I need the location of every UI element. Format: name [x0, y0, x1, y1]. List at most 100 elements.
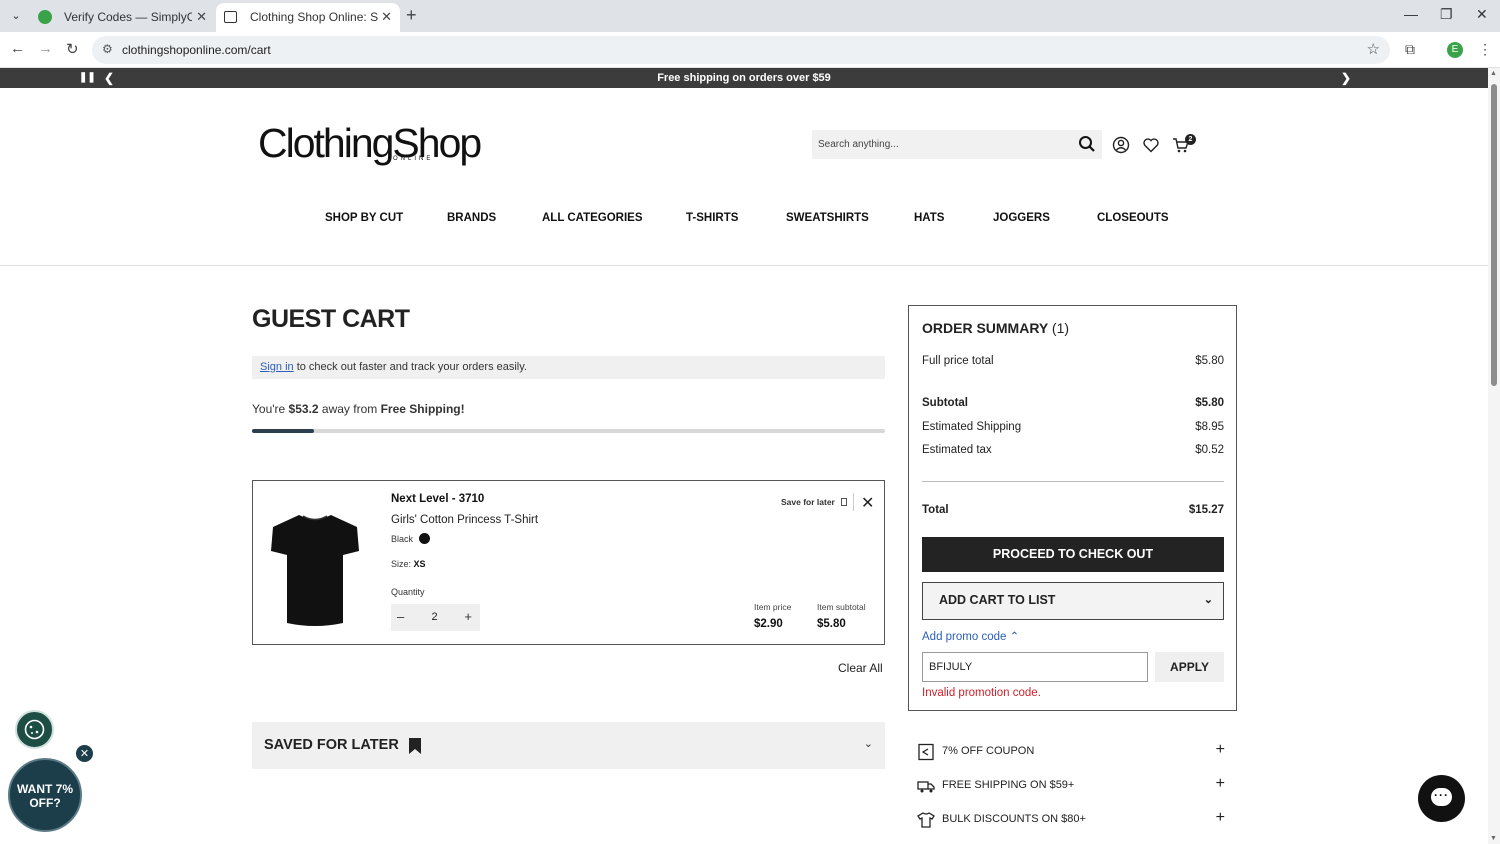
saved-for-later-section[interactable]: SAVED FOR LATER ⌄ — [252, 722, 885, 769]
remove-item-close-icon[interactable]: ✕ — [861, 493, 874, 513]
forward-icon[interactable]: → — [38, 40, 53, 57]
back-icon[interactable]: ← — [10, 40, 25, 57]
item-subtotal: $5.80 — [817, 618, 846, 630]
wishlist-heart-icon[interactable] — [1142, 136, 1160, 154]
nav-item-hats[interactable]: HATS — [914, 212, 944, 224]
quantity-increase-button[interactable]: + — [464, 609, 472, 624]
product-image[interactable] — [269, 511, 361, 629]
item-size: Size: XS — [391, 559, 426, 569]
proceed-to-checkout-button[interactable]: PROCEED TO CHECK OUT — [922, 537, 1224, 572]
total-value: $15.27 — [1188, 504, 1224, 516]
signin-text: to check out faster and track your order… — [293, 361, 527, 373]
free-shipping-progress — [252, 429, 885, 433]
save-for-later-label: Save for later — [781, 497, 835, 507]
expand-plus-icon[interactable]: + — [1216, 809, 1225, 827]
chat-button[interactable]: ··· — [1418, 775, 1465, 822]
summary-title-text: ORDER SUMMARY — [922, 320, 1049, 336]
quantity-value[interactable]: 2 — [427, 611, 442, 623]
nav-item-sweatshirts[interactable]: SWEATSHIRTS — [786, 212, 869, 224]
site-logo[interactable]: ClothingShop — [258, 120, 482, 167]
page-scrollbar[interactable]: ▲ ▼ — [1488, 68, 1500, 844]
nav-item-brands[interactable]: BRANDS — [447, 212, 496, 224]
browser-tab-clothingshop[interactable]: Clothing Shop Online: Shopping ✕ — [216, 3, 400, 32]
scrollbar-thumb[interactable] — [1491, 84, 1497, 386]
summary-count: (1) — [1051, 320, 1070, 336]
browser-toolbar: ← → ↻ ⚙ clothingshoponline.com/cart ☆ ⧉ … — [0, 32, 1500, 68]
add-cart-to-list-button[interactable]: ADD CART TO LIST ⌄ — [922, 582, 1224, 620]
perk-free-shipping[interactable]: FREE SHIPPING ON $59+ + — [908, 770, 1237, 802]
nav-item-all-categories[interactable]: ALL CATEGORIES — [542, 212, 643, 224]
shipping-label: Estimated Shipping — [922, 421, 1022, 433]
promo-code-input[interactable] — [922, 652, 1148, 682]
bookmark-star-icon[interactable]: ☆ — [1367, 40, 1380, 58]
expand-plus-icon[interactable]: + — [1216, 775, 1225, 793]
discount-popup-button[interactable]: WANT 7% OFF? — [8, 758, 82, 832]
nav-item-closeouts[interactable]: CLOSEOUTS — [1097, 212, 1169, 224]
address-bar[interactable]: ⚙ clothingshoponline.com/cart ☆ — [92, 36, 1390, 64]
free-shipping-message: You're $53.2 away from Free Shipping! — [252, 402, 465, 416]
order-summary-title: ORDER SUMMARY (1) — [922, 320, 1069, 336]
chevron-down-icon: ⌄ — [863, 738, 873, 750]
cookie-icon — [24, 719, 45, 740]
browser-menu-icon[interactable]: ⋮ — [1478, 41, 1492, 58]
save-for-later-button[interactable]: Save for later — [781, 497, 847, 507]
item-brand[interactable]: Next Level - 3710 — [391, 493, 484, 505]
perk-bulk-discounts[interactable]: BULK DISCOUNTS ON $80+ + — [908, 804, 1237, 836]
nav-item-t-shirts[interactable]: T-SHIRTS — [686, 212, 738, 224]
reload-icon[interactable]: ↻ — [66, 40, 79, 58]
cookie-settings-button[interactable] — [15, 710, 54, 749]
profile-avatar[interactable]: E — [1447, 42, 1463, 58]
tab-close-icon[interactable]: ✕ — [381, 3, 392, 31]
subtotal-row: Subtotal $5.80 — [922, 397, 1224, 409]
shipping-prefix: You're — [252, 402, 289, 416]
scroll-down-icon[interactable]: ▼ — [1490, 835, 1497, 842]
item-color: Black — [391, 534, 414, 544]
url-text: clothingshoponline.com/cart — [122, 43, 271, 57]
discount-popup-close-icon[interactable]: ✕ — [75, 744, 94, 763]
nav-item-joggers[interactable]: JOGGERS — [993, 212, 1050, 224]
add-promo-code-toggle[interactable]: Add promo code ⌃ — [922, 629, 1019, 643]
site-info-icon[interactable]: ⚙ — [102, 42, 113, 56]
tab-close-icon[interactable]: ✕ — [196, 3, 207, 31]
tax-label: Estimated tax — [922, 444, 992, 456]
nav-item-shop-by-cut[interactable]: SHOP BY CUT — [325, 212, 403, 224]
search-icon[interactable] — [1078, 135, 1096, 153]
new-tab-icon[interactable]: + — [406, 5, 417, 26]
full-price-value: $5.80 — [1195, 355, 1224, 367]
announcement-next-icon[interactable]: ❯ — [1341, 68, 1351, 88]
bookmark-icon — [840, 498, 847, 506]
perk-free-shipping-label: FREE SHIPPING ON $59+ — [942, 779, 1075, 791]
tab-search-icon[interactable]: ⌄ — [6, 7, 26, 25]
announcement-prev-icon[interactable]: ❮ — [104, 68, 114, 88]
minimize-icon[interactable]: — — [1404, 6, 1418, 22]
size-label: Size: — [391, 559, 412, 569]
expand-plus-icon[interactable]: + — [1216, 741, 1225, 759]
quantity-stepper: – 2 + — [391, 604, 480, 631]
subtotal-value: $5.80 — [1195, 397, 1224, 409]
window-close-icon[interactable]: ✕ — [1476, 6, 1488, 23]
tax-value: $0.52 — [1195, 444, 1224, 456]
perk-coupon[interactable]: 7% OFF COUPON + — [908, 736, 1237, 768]
item-name[interactable]: Girls' Cotton Princess T-Shirt — [391, 514, 538, 526]
browser-tab-simplycodes[interactable]: Verify Codes — SimplyCodes ✕ — [30, 3, 215, 32]
pause-icon[interactable]: ❚❚ — [79, 68, 96, 88]
free-shipping-progress-fill — [252, 429, 315, 433]
shipping-value: $8.95 — [1195, 421, 1224, 433]
shipping-mid: away from — [318, 402, 381, 416]
scroll-up-icon[interactable]: ▲ — [1490, 70, 1497, 77]
search-input[interactable] — [812, 130, 1072, 159]
account-icon[interactable] — [1112, 136, 1130, 154]
clothingshop-favicon-icon — [224, 11, 237, 23]
coupon-icon — [918, 743, 934, 761]
signin-link[interactable]: Sign in — [260, 361, 294, 373]
divider — [853, 493, 854, 511]
quantity-decrease-button[interactable]: – — [397, 609, 404, 624]
restore-icon[interactable]: ❐ — [1440, 6, 1453, 23]
apply-promo-button[interactable]: APPLY — [1155, 652, 1224, 682]
full-price-label: Full price total — [922, 355, 994, 367]
extensions-icon[interactable]: ⧉ — [1405, 41, 1415, 58]
clear-all-button[interactable]: Clear All — [838, 661, 883, 675]
announcement-bar: ❚❚ ❮ Free shipping on orders over $59 ❯ — [0, 68, 1488, 88]
promo-toggle-label: Add promo code — [922, 631, 1007, 643]
total-row: Total $15.27 — [922, 504, 1224, 516]
